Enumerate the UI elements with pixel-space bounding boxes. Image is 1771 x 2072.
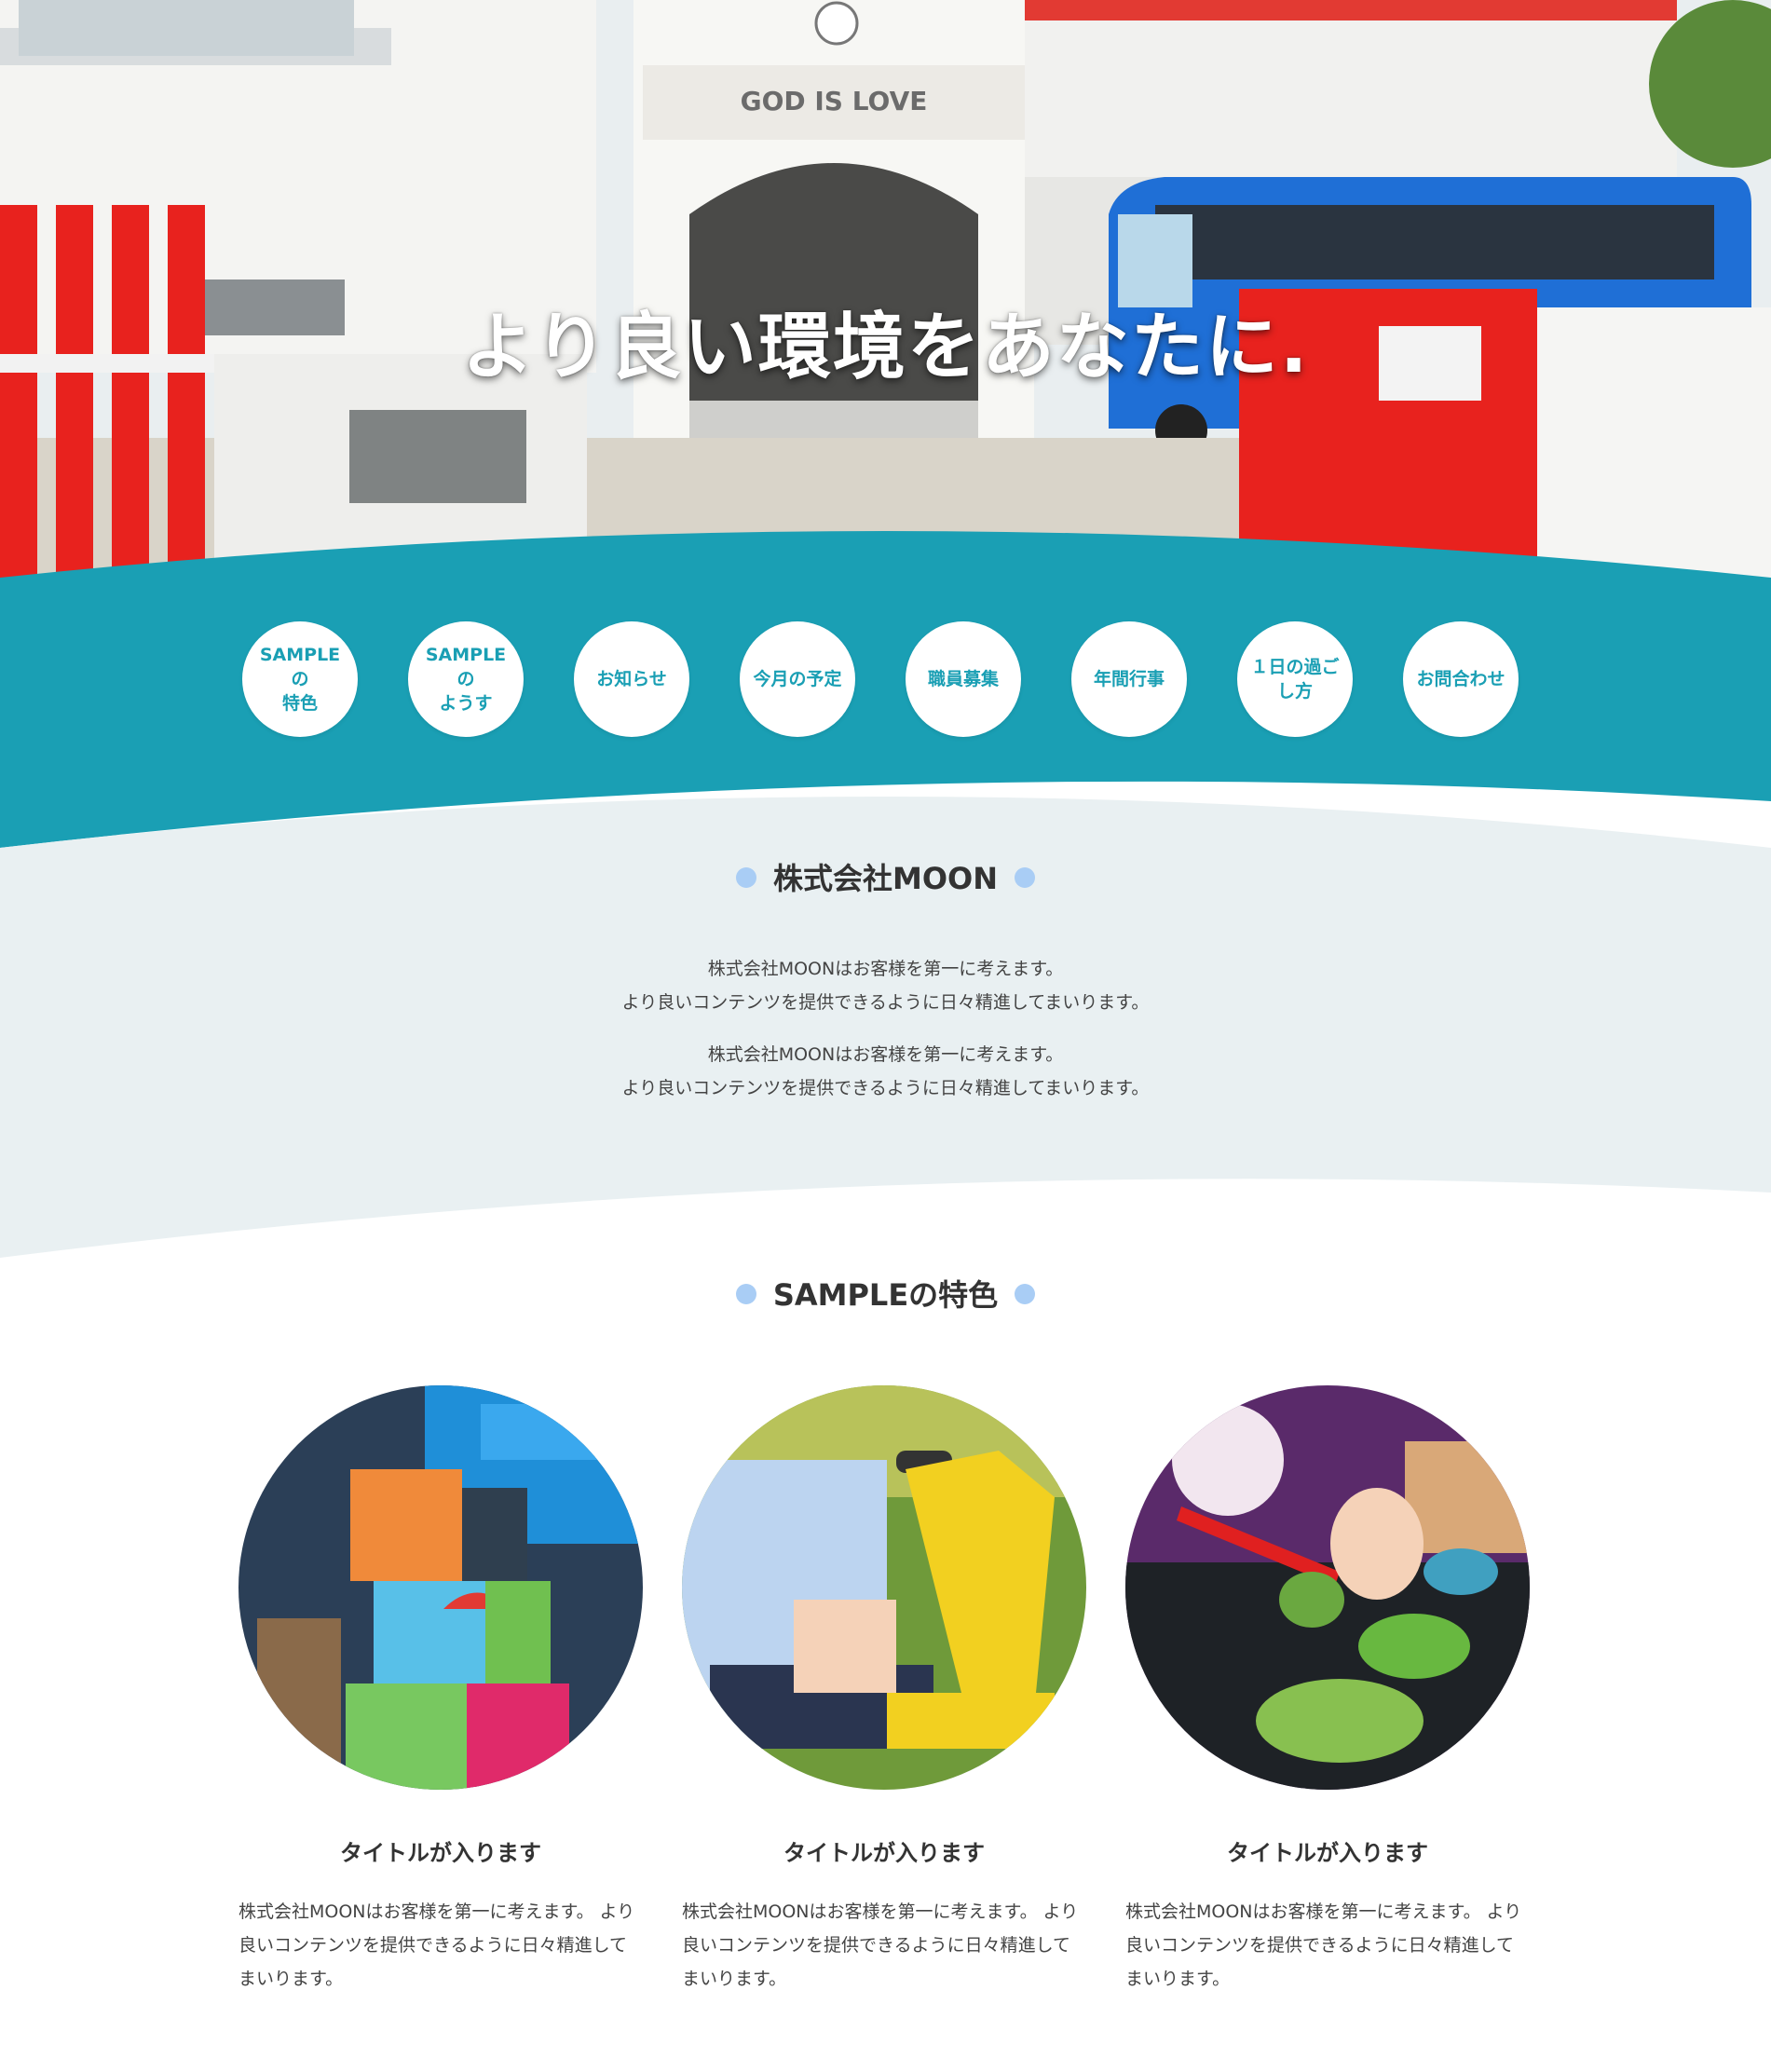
about-line: 株式会社MOONはお客様を第一に考えます。 bbox=[707, 1044, 1064, 1065]
about-line: より良いコンテンツを提供できるように日々精進してまいります。 bbox=[621, 992, 1150, 1013]
feature-image-tricycle bbox=[682, 1385, 1086, 1790]
nav-item-label: SAMPLEの 特色 bbox=[259, 645, 341, 714]
nav-item-label: 今月の予定 bbox=[753, 669, 842, 689]
feature-card-title: タイトルが入ります bbox=[340, 1840, 541, 1866]
heading-dot-icon bbox=[1015, 867, 1036, 888]
feature-card: タイトルが入ります 株式会社MOONはお客様を第一に考えます。 より良いコンテン… bbox=[682, 1385, 1086, 1996]
nav-item-gallery[interactable]: SAMPLEの ようす bbox=[408, 621, 524, 737]
about-heading: 株式会社MOON bbox=[0, 855, 1771, 898]
main-nav: SAMPLEの 特色 SAMPLEの ようす お知らせ 今月の予定 職員募集 年… bbox=[242, 621, 1519, 737]
nav-item-label: 年間行事 bbox=[1093, 669, 1165, 689]
nav-item-recruit[interactable]: 職員募集 bbox=[906, 621, 1021, 737]
nav-item-features[interactable]: SAMPLEの 特色 bbox=[242, 621, 358, 737]
feature-card-text: 株式会社MOONはお客様を第一に考えます。 より良いコンテンツを提供できるように… bbox=[238, 1902, 635, 1989]
nav-item-schedule[interactable]: 今月の予定 bbox=[740, 621, 855, 737]
feature-card: タイトルが入ります 株式会社MOONはお客様を第一に考えます。 より良いコンテン… bbox=[238, 1385, 643, 1996]
nav-item-daily[interactable]: １日の過ご し方 bbox=[1237, 621, 1353, 737]
about-paragraph: 株式会社MOONはお客様を第一に考えます。 より良いコンテンツを提供できるように… bbox=[0, 1038, 1771, 1105]
heading-dot-icon bbox=[1015, 1284, 1036, 1304]
nav-item-label: 職員募集 bbox=[927, 669, 999, 689]
feature-card-title: タイトルが入ります bbox=[1227, 1840, 1428, 1866]
hero-title: より良い環境をあなたに. bbox=[461, 306, 1310, 389]
feature-cards: タイトルが入ります 株式会社MOONはお客様を第一に考えます。 より良いコンテン… bbox=[238, 1385, 1530, 1996]
feature-image-clay bbox=[1125, 1385, 1530, 1790]
feature-card-title: タイトルが入ります bbox=[783, 1840, 985, 1866]
about-line: より良いコンテンツを提供できるように日々精進してまいります。 bbox=[621, 1078, 1150, 1098]
about-paragraph: 株式会社MOONはお客様を第一に考えます。 より良いコンテンツを提供できるように… bbox=[0, 952, 1771, 1019]
nav-item-label: お問合わせ bbox=[1416, 669, 1505, 689]
feature-card: タイトルが入ります 株式会社MOONはお客様を第一に考えます。 より良いコンテン… bbox=[1125, 1385, 1530, 1996]
heading-dot-icon bbox=[735, 867, 756, 888]
feature-card-text: 株式会社MOONはお客様を第一に考えます。 より良いコンテンツを提供できるように… bbox=[682, 1902, 1079, 1989]
feature-image-blocks bbox=[238, 1385, 643, 1790]
nav-item-label: お知らせ bbox=[596, 669, 667, 689]
feature-card-text: 株式会社MOONはお客様を第一に考えます。 より良いコンテンツを提供できるように… bbox=[1125, 1902, 1522, 1989]
nav-item-label: SAMPLEの ようす bbox=[425, 645, 507, 714]
nav-item-news[interactable]: お知らせ bbox=[574, 621, 689, 737]
nav-item-contact[interactable]: お問合わせ bbox=[1403, 621, 1519, 737]
building-sign: GOD IS LOVE bbox=[741, 86, 928, 116]
features-heading: SAMPLEの特色 bbox=[0, 1272, 1771, 1315]
features-title: SAMPLEの特色 bbox=[772, 1277, 999, 1313]
nav-item-events[interactable]: 年間行事 bbox=[1071, 621, 1187, 737]
about-line: 株式会社MOONはお客様を第一に考えます。 bbox=[707, 959, 1064, 979]
heading-dot-icon bbox=[735, 1284, 756, 1304]
nav-item-label: １日の過ご し方 bbox=[1250, 657, 1340, 702]
about-title: 株式会社MOON bbox=[772, 861, 999, 896]
hero-banner: GOD IS LOVE より良い環境をあなたに. bbox=[0, 0, 1771, 596]
